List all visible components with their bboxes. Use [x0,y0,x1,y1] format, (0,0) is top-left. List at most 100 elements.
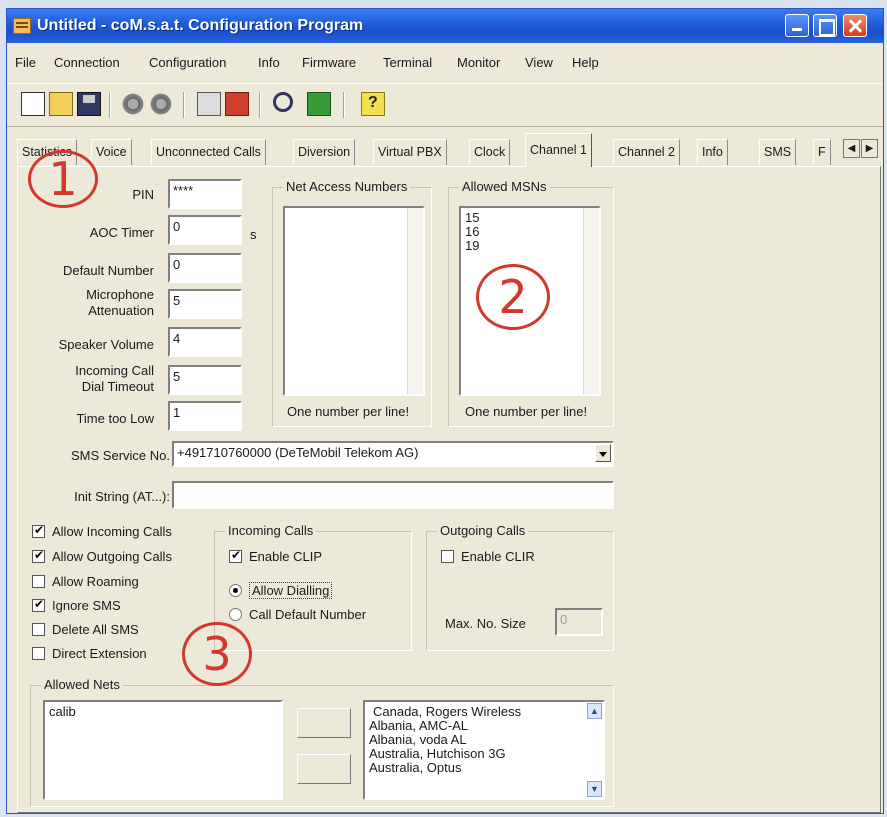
net-access-list[interactable] [283,206,425,396]
toolbar-separator [259,92,261,118]
toolbar [7,83,883,127]
net-item[interactable]: Canada, Rogers Wireless [369,705,599,719]
read-config-icon[interactable] [121,92,145,116]
toolbar-separator [343,92,345,118]
tab-virtual-pbx[interactable]: Virtual PBX [373,139,447,165]
pin-input[interactable]: **** [168,179,242,209]
close-button[interactable] [843,14,867,37]
time-too-low-input[interactable]: 1 [168,401,242,431]
net-access-title: Net Access Numbers [283,179,411,194]
menu-configuration[interactable]: Configuration [149,55,226,70]
radio-icon [229,608,242,621]
allow-incoming-checkbox[interactable]: Allow Incoming Calls [32,523,172,539]
add-net-button[interactable] [297,708,351,738]
mic-attenuation-input[interactable]: 5 [168,289,242,319]
allowed-msns-title: Allowed MSNs [459,179,550,194]
app-window: Untitled - coM.s.a.t. Configuration Prog… [6,8,884,814]
tab-channel-1[interactable]: Channel 1 [525,133,592,167]
tab-more[interactable]: F [813,139,831,165]
checkbox-icon [32,575,45,588]
tab-scroll-left-icon[interactable]: ◀ [843,139,860,158]
tab-sms[interactable]: SMS [759,139,797,165]
net-access-hint: One number per line! [287,404,410,419]
aoc-timer-label: AOC Timer [89,225,154,240]
menu-monitor[interactable]: Monitor [457,55,500,70]
allow-outgoing-checkbox[interactable]: Allow Outgoing Calls [32,548,172,564]
search-icon[interactable] [273,92,293,112]
tab-info[interactable]: Info [697,139,728,165]
menu-terminal[interactable]: Terminal [383,55,432,70]
enable-clir-checkbox[interactable]: Enable CLIR [441,550,535,564]
sms-service-combo[interactable]: +491710760000 (DeTeMobil Telekom AG) [172,441,614,467]
msn-item: 19 [465,238,480,253]
enable-clip-checkbox[interactable]: Enable CLIP [229,548,322,564]
menu-firmware[interactable]: Firmware [302,55,356,70]
msn-item: 16 [465,224,480,239]
checkbox-icon [229,548,242,563]
menu-help[interactable]: Help [572,55,599,70]
checkbox-icon [441,550,454,563]
direct-extension-checkbox[interactable]: Direct Extension [32,647,147,661]
ignore-sms-checkbox[interactable]: Ignore SMS [32,597,121,613]
maximize-button[interactable] [813,14,837,37]
annotation-marker-2: 2 [476,264,550,330]
allow-dialling-radio[interactable]: Allow Dialling [229,582,333,599]
tab-channel-2[interactable]: Channel 2 [613,139,680,165]
call-default-radio[interactable]: Call Default Number [229,608,366,622]
toolbar-separator [109,92,111,118]
title-bar[interactable]: Untitled - coM.s.a.t. Configuration Prog… [7,9,883,43]
menu-bar: File Connection Configuration Info Firmw… [7,43,883,83]
remove-net-button[interactable] [297,754,351,784]
document-icon[interactable] [197,92,221,116]
selected-nets-list[interactable]: calib [43,700,283,800]
pin-label: PIN [132,187,154,202]
net-item[interactable]: Albania, voda AL [369,733,599,747]
incoming-calls-title: Incoming Calls [225,523,317,538]
net-access-scrollbar[interactable] [407,208,423,394]
net-item[interactable]: Albania, AMC-AL [369,719,599,733]
net-item[interactable]: Australia, Hutchison 3G [369,747,599,761]
selected-net-item[interactable]: calib [49,705,277,719]
scroll-up-icon[interactable]: ▲ [587,703,602,719]
channel-1-panel: PIN **** AOC Timer 0 s Default Number 0 … [17,166,881,813]
scroll-down-icon[interactable]: ▼ [587,781,602,797]
call-default-label: Call Default Number [249,607,367,622]
ignore-sms-label: Ignore SMS [52,598,121,613]
menu-file[interactable]: File [15,55,36,70]
time-too-low-label: Time too Low [76,411,154,426]
tab-voice[interactable]: Voice [91,139,132,165]
delete-all-sms-checkbox[interactable]: Delete All SMS [32,623,139,637]
incoming-dial-timeout-input[interactable]: 5 [168,365,242,395]
write-config-icon[interactable] [149,92,173,116]
checkbox-icon [32,523,45,538]
save-disk-icon[interactable] [77,92,101,116]
init-string-label: Init String (AT...): [74,489,170,504]
speaker-volume-input[interactable]: 4 [168,327,242,357]
tab-diversion[interactable]: Diversion [293,139,356,165]
allow-roaming-checkbox[interactable]: Allow Roaming [32,575,139,589]
allow-roaming-label: Allow Roaming [52,574,139,589]
allowed-msns-scrollbar[interactable] [583,208,599,394]
init-string-input[interactable] [172,481,614,509]
menu-connection[interactable]: Connection [54,55,120,70]
red-document-icon[interactable] [225,92,249,116]
minimize-button[interactable] [785,14,809,37]
tab-clock[interactable]: Clock [469,139,511,165]
speaker-volume-label: Speaker Volume [58,337,154,352]
tab-scroll-right-icon[interactable]: ▶ [861,139,878,158]
help-icon[interactable] [361,92,385,116]
net-item[interactable]: Australia, Optus [369,761,599,775]
menu-view[interactable]: View [525,55,553,70]
available-nets-list[interactable]: Canada, Rogers Wireless Albania, AMC-AL … [363,700,605,800]
monitor-icon[interactable] [307,92,331,116]
max-no-size-input[interactable]: 0 [555,608,603,636]
default-number-input[interactable]: 0 [168,253,242,283]
annotation-marker-3: 3 [182,622,252,686]
aoc-timer-input[interactable]: 0 [168,215,242,245]
tab-unconnected-calls[interactable]: Unconnected Calls [151,139,266,165]
chevron-down-icon[interactable] [595,444,611,462]
sms-service-label: SMS Service No. [71,448,170,463]
open-folder-icon[interactable] [49,92,73,116]
new-file-icon[interactable] [21,92,45,116]
menu-info[interactable]: Info [258,55,280,70]
